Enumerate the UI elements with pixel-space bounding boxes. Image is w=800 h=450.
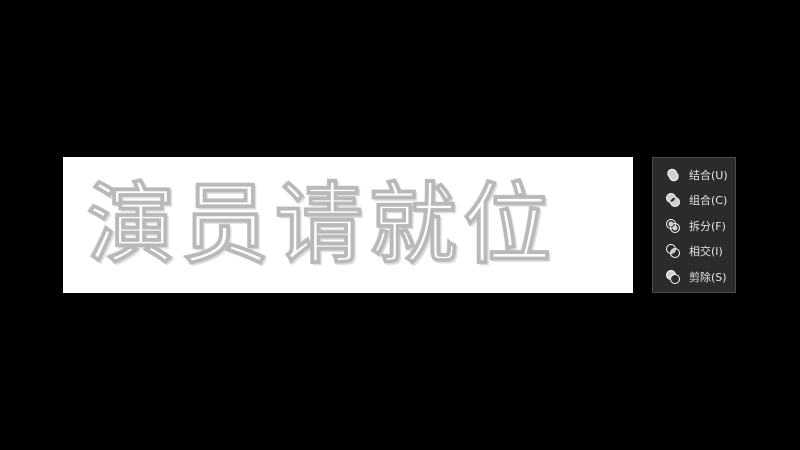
menu-item-label: 拆分(F): [689, 219, 726, 233]
combine-icon: [665, 192, 681, 208]
menu-item-label: 相交(I): [689, 245, 723, 259]
union-icon: [665, 167, 681, 183]
menu-item-label: 剪除(S): [689, 270, 727, 284]
menu-item-label: 结合(U): [689, 168, 728, 182]
menu-item-intersect[interactable]: 相交(I): [653, 239, 735, 265]
menu-item-fragment[interactable]: 拆分(F): [653, 213, 735, 239]
slide-canvas[interactable]: 演员请就位: [63, 157, 633, 293]
subtract-icon: [665, 269, 681, 285]
intersect-icon: [665, 243, 681, 259]
shape-merge-menu: 结合(U) 组合(C) 拆分(F) 相交(I) 剪除(S): [652, 157, 736, 293]
menu-item-combine[interactable]: 组合(C): [653, 188, 735, 214]
menu-item-union[interactable]: 结合(U): [653, 162, 735, 188]
menu-item-subtract[interactable]: 剪除(S): [653, 264, 735, 290]
outlined-title-text[interactable]: 演员请就位: [86, 171, 557, 279]
slide-stage: 演员请就位 结合(U) 组合(C) 拆分(F) 相交(I) 剪除(S): [0, 0, 800, 450]
menu-item-label: 组合(C): [689, 194, 728, 208]
fragment-icon: [665, 218, 681, 234]
